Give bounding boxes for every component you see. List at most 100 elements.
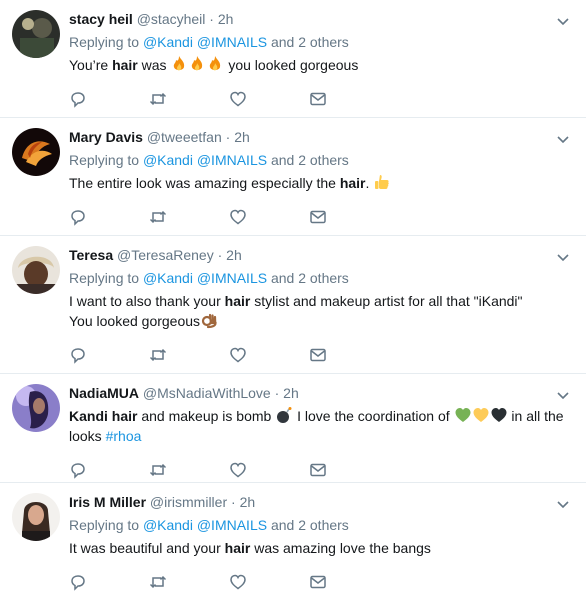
like-icon — [230, 347, 246, 363]
display-name[interactable]: Mary Davis — [69, 129, 143, 145]
black-heart-icon — [491, 408, 507, 422]
fire-icon — [174, 56, 185, 71]
retweet-icon — [149, 463, 167, 477]
replying-prefix: Replying to — [69, 34, 140, 50]
mention-link[interactable]: @Kandi @IMNAILS — [143, 152, 267, 168]
like-button[interactable] — [229, 460, 309, 480]
dm-button[interactable] — [309, 345, 389, 365]
display-name[interactable]: Iris M Miller — [69, 494, 146, 510]
tweet-text: You’re hair was you looked gorgeous — [69, 55, 576, 75]
timestamp[interactable]: 2h — [226, 247, 242, 263]
text-part: looks — [69, 428, 106, 444]
mention-link[interactable]: @Kandi @IMNAILS — [143, 34, 267, 50]
user-handle[interactable]: @tweeetfan — [147, 129, 222, 145]
text-part: The entire look was amazing especially t… — [69, 175, 340, 191]
timestamp[interactable]: 2h — [218, 11, 234, 27]
reply-icon — [71, 575, 85, 591]
others-link[interactable]: and 2 others — [271, 152, 349, 168]
tweet[interactable]: stacy heil @stacyheil · 2h Replying to @… — [0, 0, 586, 118]
like-button[interactable] — [229, 207, 309, 227]
dm-button[interactable] — [309, 207, 389, 227]
chevron-down-icon[interactable] — [556, 250, 570, 264]
highlight: hair — [339, 175, 366, 191]
fire-icon — [192, 56, 203, 71]
avatar[interactable] — [12, 246, 60, 294]
mention-link[interactable]: @Kandi @IMNAILS — [143, 517, 267, 533]
chevron-down-icon[interactable] — [556, 497, 570, 511]
timestamp[interactable]: 2h — [240, 494, 256, 510]
tweet-actions — [69, 337, 576, 373]
separator: · — [231, 494, 236, 510]
reply-button[interactable] — [69, 345, 149, 365]
chevron-down-icon[interactable] — [556, 388, 570, 402]
tweet[interactable]: Teresa @TeresaReney · 2h Replying to @Ka… — [0, 236, 586, 374]
hashtag-link[interactable]: #rhoa — [106, 428, 142, 444]
reply-button[interactable] — [69, 89, 149, 109]
user-handle[interactable]: @MsNadiaWithLove — [143, 385, 271, 401]
text-part: and makeup is bomb — [137, 408, 276, 424]
retweet-button[interactable] — [149, 572, 229, 592]
mention-link[interactable]: @Kandi @IMNAILS — [143, 270, 267, 286]
display-name[interactable]: Teresa — [69, 247, 113, 263]
text-part: It was beautiful and your — [69, 540, 225, 556]
thumbs-up-icon — [375, 175, 389, 189]
reply-button[interactable] — [69, 572, 149, 592]
replying-to: Replying to @Kandi @IMNAILS and 2 others — [69, 268, 576, 288]
retweet-icon — [149, 210, 167, 224]
reply-icon — [71, 92, 85, 108]
tweet[interactable]: Iris M Miller @irismmiller · 2h Replying… — [0, 483, 586, 601]
tweet[interactable]: NadiaMUA @MsNadiaWithLove · 2h Kandi hai… — [0, 374, 586, 483]
user-handle[interactable]: @irismmiller — [150, 494, 227, 510]
dm-button[interactable] — [309, 89, 389, 109]
like-button[interactable] — [229, 89, 309, 109]
text-part: stylist and makeup artist for all that "… — [250, 293, 523, 309]
yellow-heart-icon — [473, 408, 489, 422]
text-part: I love the coordination of — [293, 408, 454, 424]
retweet-icon — [149, 348, 167, 362]
text-part: you looked gorgeous — [224, 57, 359, 73]
replying-to: Replying to @Kandi @IMNAILS and 2 others — [69, 515, 576, 535]
timestamp[interactable]: 2h — [234, 129, 250, 145]
dm-button[interactable] — [309, 460, 389, 480]
avatar[interactable] — [12, 128, 60, 176]
others-link[interactable]: and 2 others — [271, 517, 349, 533]
timestamp[interactable]: 2h — [283, 385, 299, 401]
dm-button[interactable] — [309, 572, 389, 592]
dm-icon — [310, 575, 326, 589]
tweet-text: I want to also thank your hair stylist a… — [69, 291, 576, 331]
text-part: You looked gorgeous — [69, 313, 201, 329]
avatar[interactable] — [12, 493, 60, 541]
separator: · — [225, 129, 231, 145]
retweet-icon — [149, 575, 167, 589]
chevron-down-icon[interactable] — [556, 132, 570, 146]
avatar[interactable] — [12, 10, 60, 58]
chevron-down-icon[interactable] — [556, 14, 570, 28]
display-name[interactable]: stacy heil — [69, 11, 133, 27]
retweet-icon — [149, 92, 167, 106]
like-button[interactable] — [229, 345, 309, 365]
highlight: hair — [224, 540, 251, 556]
text-part: You’re — [69, 57, 113, 73]
retweet-button[interactable] — [149, 460, 229, 480]
like-button[interactable] — [229, 572, 309, 592]
dm-icon — [310, 463, 326, 477]
highlight: hair — [224, 293, 251, 309]
user-handle[interactable]: @TeresaReney — [117, 247, 214, 263]
avatar[interactable] — [12, 384, 60, 432]
display-name[interactable]: NadiaMUA — [69, 385, 139, 401]
reply-button[interactable] — [69, 207, 149, 227]
text-part: in all the — [507, 408, 564, 424]
ok-hand-icon — [201, 313, 217, 329]
retweet-button[interactable] — [149, 345, 229, 365]
retweet-button[interactable] — [149, 207, 229, 227]
text-part: was — [137, 57, 171, 73]
highlight: Kandi hair — [69, 408, 138, 424]
tweet[interactable]: Mary Davis @tweeetfan · 2h Replying to @… — [0, 118, 586, 236]
others-link[interactable]: and 2 others — [271, 270, 349, 286]
retweet-button[interactable] — [149, 89, 229, 109]
reply-button[interactable] — [69, 460, 149, 480]
user-handle[interactable]: @stacyheil — [137, 11, 206, 27]
tweet-text: Kandi hair and makeup is bomb I love the… — [69, 406, 576, 446]
dm-icon — [310, 92, 326, 106]
others-link[interactable]: and 2 others — [271, 34, 349, 50]
